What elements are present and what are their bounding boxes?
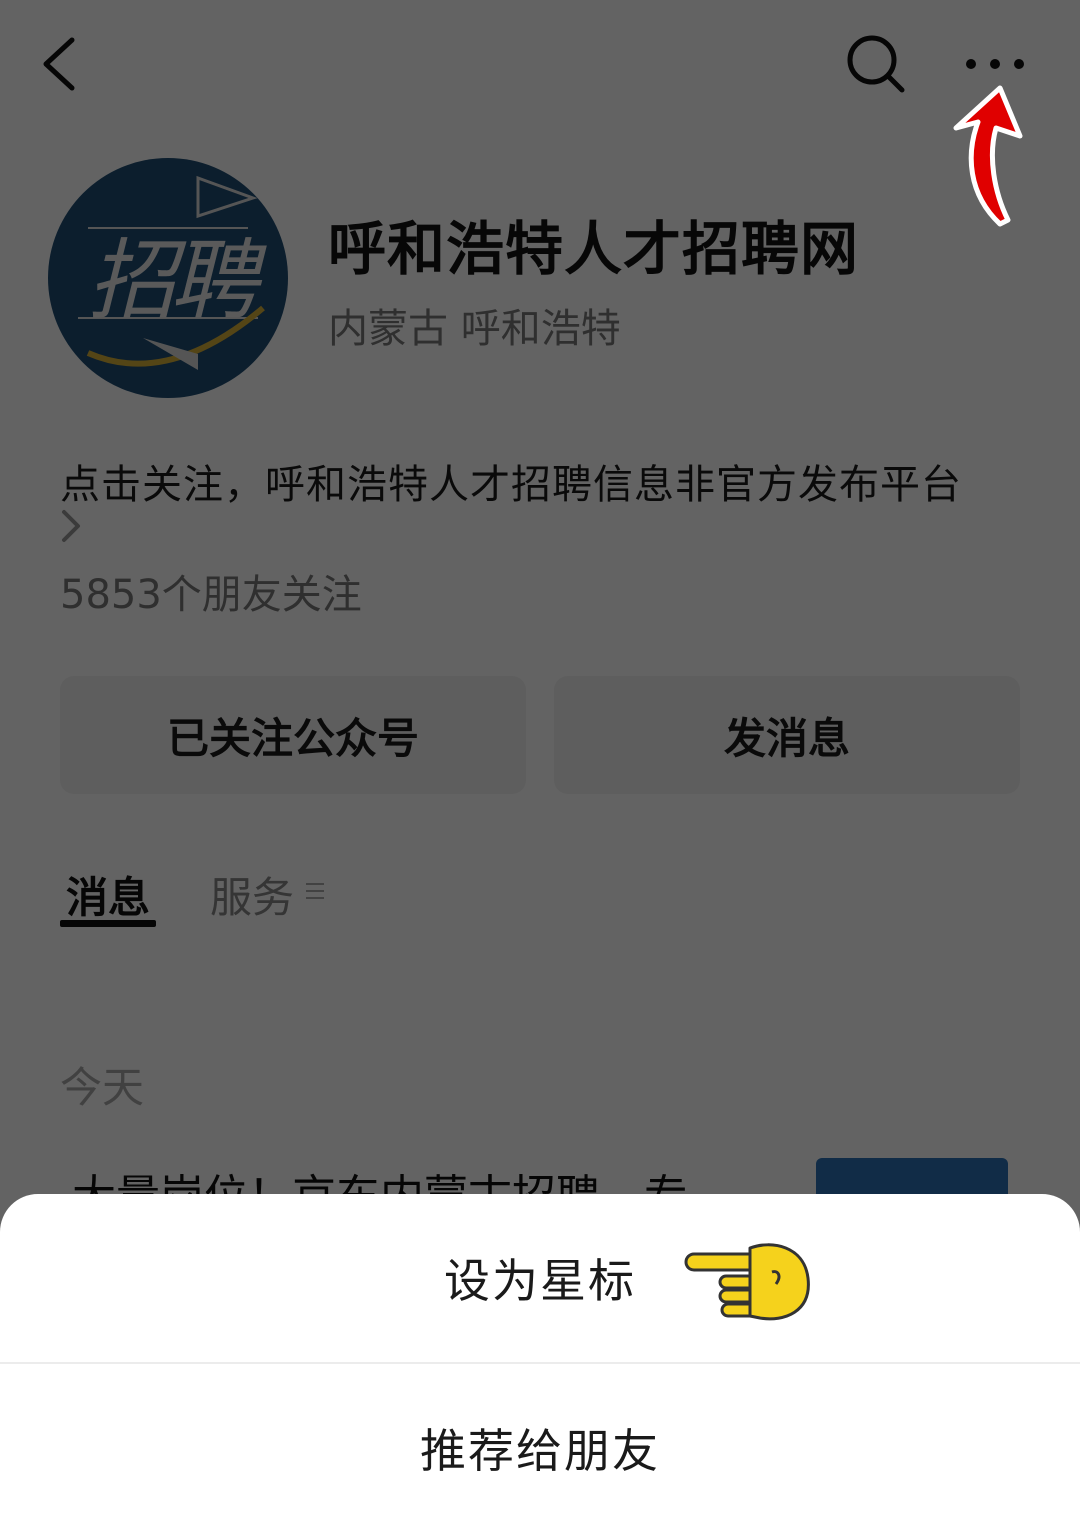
red-arrow-annotation	[953, 85, 1023, 227]
account-avatar[interactable]: 招聘	[48, 158, 288, 398]
search-icon[interactable]	[842, 30, 908, 96]
date-label: 今天	[60, 1063, 145, 1112]
send-message-button[interactable]: 发消息	[554, 676, 1020, 794]
tab-services[interactable]: 服务	[210, 864, 294, 925]
tab-messages[interactable]: 消息	[66, 864, 150, 925]
avatar-text: 招聘	[88, 229, 258, 332]
account-name: 呼和浩特人才招聘网	[328, 215, 860, 283]
account-region: 内蒙古 呼和浩特	[328, 306, 621, 352]
followers-count: 5853个朋友关注	[60, 572, 362, 618]
menu-icon[interactable]	[304, 880, 326, 902]
more-icon[interactable]	[962, 52, 1028, 76]
followed-button[interactable]: 已关注公众号	[60, 676, 526, 794]
chevron-right-icon[interactable]	[58, 506, 84, 546]
active-tab-indicator	[60, 920, 156, 927]
account-description[interactable]: 点击关注，呼和浩特人才招聘信息非官方发布平台	[60, 452, 1020, 510]
action-sheet: 设为星标 推荐给朋友	[0, 1194, 1080, 1539]
sheet-divider	[0, 1362, 1080, 1364]
back-icon[interactable]	[36, 34, 86, 94]
set-star-button[interactable]: 设为星标	[0, 1194, 1080, 1362]
recommend-to-friend-button[interactable]: 推荐给朋友	[0, 1364, 1080, 1532]
pointing-hand-icon	[684, 1243, 810, 1321]
